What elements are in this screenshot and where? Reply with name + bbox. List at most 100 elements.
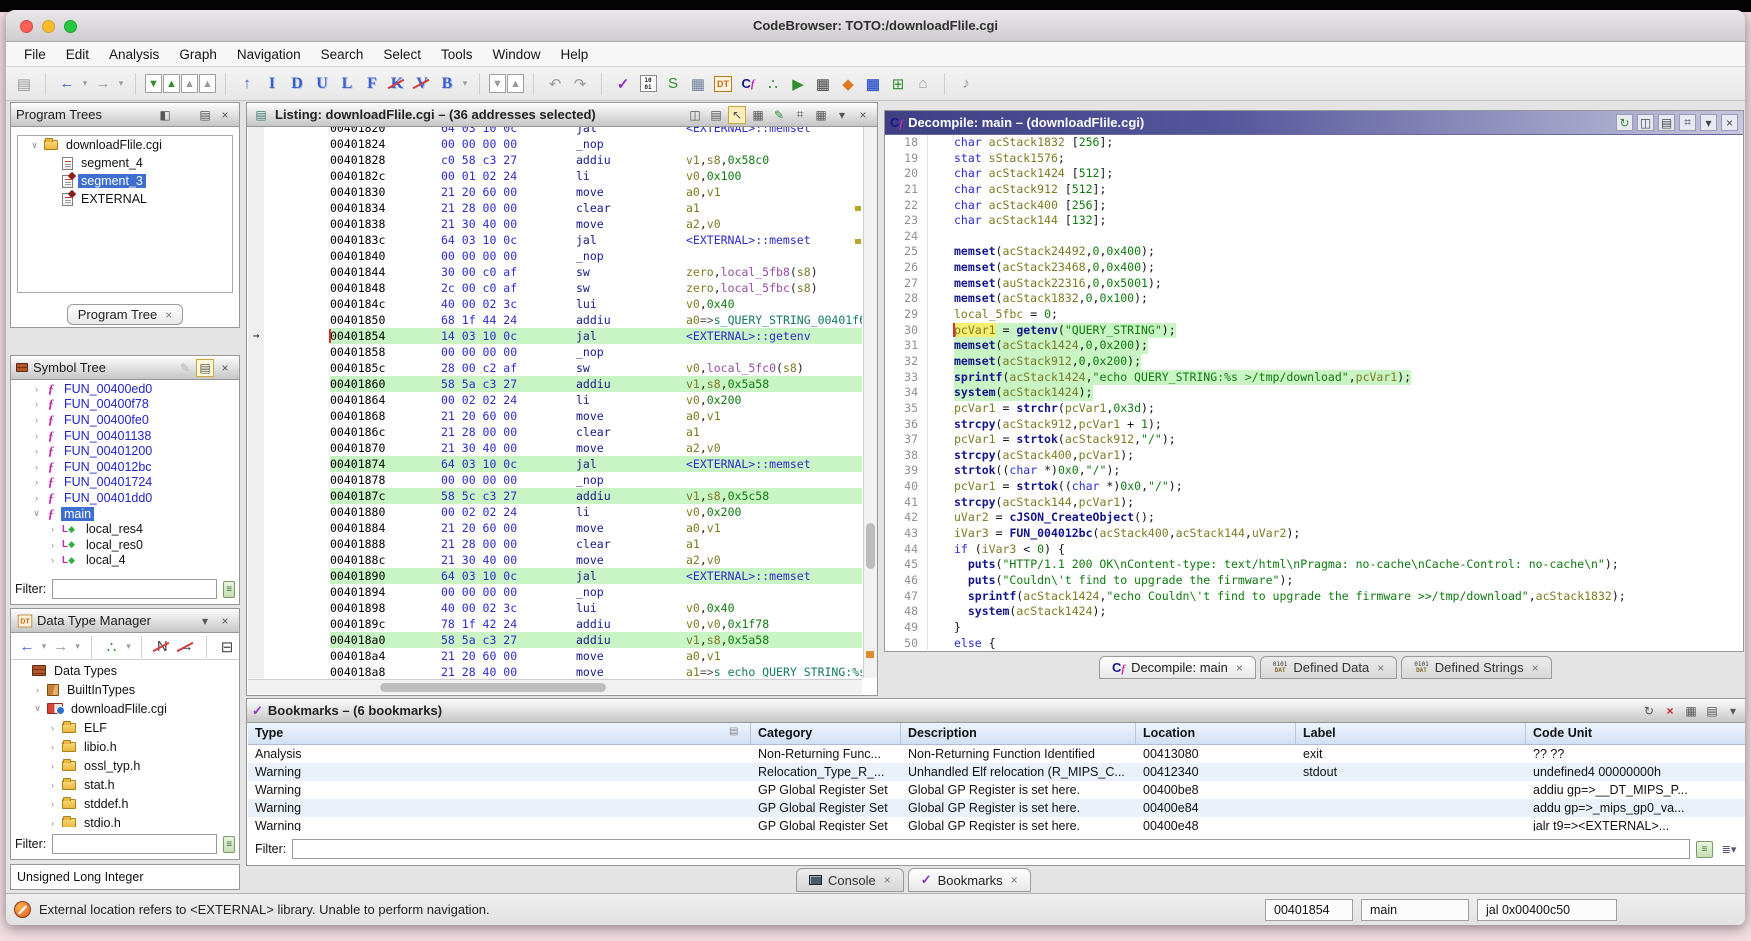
expander-icon[interactable]: › bbox=[32, 431, 41, 441]
tree-item[interactable]: ›ƒFUN_00400ed0 bbox=[12, 381, 238, 397]
decompile-line[interactable]: 39strtok((char *)0x0,"/"); bbox=[886, 463, 1742, 479]
listing-row[interactable]: 0040188c21 30 40 00movea2,v0 bbox=[248, 552, 862, 568]
filter-input[interactable] bbox=[292, 839, 1690, 859]
back-icon[interactable]: ← bbox=[15, 635, 39, 659]
listing-row[interactable]: 0040185800 00 00 00_nop bbox=[248, 344, 862, 360]
expander-icon[interactable]: › bbox=[32, 493, 41, 503]
listing-row[interactable]: 0040186400 02 02 24liv0,0x200 bbox=[248, 392, 862, 408]
filter-input[interactable] bbox=[52, 579, 217, 599]
script-manager-icon[interactable]: S bbox=[661, 72, 685, 96]
decompile-line[interactable]: 42uVar2 = cJSON_CreateObject(); bbox=[886, 510, 1742, 526]
panel-header-icon[interactable]: × bbox=[216, 612, 234, 630]
listing-row[interactable]: 0040189064 03 10 0cjal<EXTERNAL>::memset bbox=[248, 568, 862, 584]
tree-item[interactable]: ›ƒFUN_00401724 bbox=[12, 475, 238, 491]
menu-item[interactable]: Edit bbox=[56, 42, 99, 66]
listing-row[interactable]: 0040183c64 03 10 0cjal<EXTERNAL>::memset bbox=[248, 232, 862, 248]
expander-icon[interactable]: › bbox=[48, 723, 57, 733]
tree-item[interactable]: ›stddef.h bbox=[12, 794, 238, 813]
close-icon[interactable]: × bbox=[1377, 661, 1384, 675]
dropdown-icon[interactable]: ▾ bbox=[123, 635, 133, 659]
table-row[interactable]: Warning GP Global Register Set Global GP… bbox=[248, 817, 1745, 831]
tab-bookmarks[interactable]: ✓Bookmarks× bbox=[908, 868, 1031, 892]
decompile-line[interactable]: 30pcVar1 = getenv("QUERY_STRING"); bbox=[886, 323, 1742, 339]
panel-header-icon[interactable] bbox=[176, 106, 194, 124]
scrollbar-thumb[interactable] bbox=[380, 683, 606, 692]
expander-icon[interactable]: › bbox=[48, 799, 57, 809]
expander-icon[interactable]: › bbox=[48, 555, 57, 565]
snapshot-in-icon[interactable]: ▼ bbox=[489, 74, 506, 93]
expander-icon[interactable]: › bbox=[32, 384, 41, 394]
listing-row[interactable]: 0040187800 00 00 00_nop bbox=[248, 472, 862, 488]
tab-program-tree[interactable]: Program Tree × bbox=[67, 304, 184, 325]
tree-item[interactable]: segment_4 bbox=[18, 154, 232, 172]
run-icon[interactable]: ▶ bbox=[786, 72, 810, 96]
program-down-icon[interactable]: ▲ bbox=[199, 74, 216, 93]
panel-header-icon[interactable]: ▤ bbox=[196, 106, 214, 124]
listing-content[interactable]: 0040182064 03 10 0cjal<EXTERNAL>::memset… bbox=[248, 127, 862, 678]
filter-input[interactable] bbox=[52, 834, 217, 854]
decompile-line[interactable]: 37pcVar1 = strtok(acStack912,"/"); bbox=[886, 432, 1742, 448]
bookmarks-toolbar-icon[interactable]: ↻ bbox=[1640, 702, 1658, 720]
decompile-line[interactable]: 43iVar3 = FUN_004012bc(acStack400,acStac… bbox=[886, 526, 1742, 542]
listing-row[interactable]: 0040188821 28 00 00cleara1 bbox=[248, 536, 862, 552]
bookmarks-toolbar-icon[interactable]: ▾ bbox=[1724, 702, 1742, 720]
bookmarks-toolbar-icon[interactable]: ▦ bbox=[1682, 702, 1700, 720]
tree-item[interactable]: ›ƒFUN_00401138 bbox=[12, 428, 238, 444]
decompile-line[interactable]: 34system(acStack1424); bbox=[886, 385, 1742, 401]
data-type-icon[interactable]: DT bbox=[711, 72, 735, 96]
listing-row[interactable]: 004018a821 28 40 00movea1=>s_echo_QUERY_… bbox=[248, 664, 862, 678]
filter-options-icon[interactable]: ≡ bbox=[1696, 841, 1713, 858]
listing-toolbar-icon[interactable]: ▦ bbox=[812, 106, 830, 124]
decompile-line[interactable]: 46 puts("Couldn\'t find to upgrade the f… bbox=[886, 573, 1742, 589]
decompile-line[interactable]: 40pcVar1 = strtok((char *)0x0,"/"); bbox=[886, 479, 1742, 495]
bookmarks-toolbar-icon[interactable]: × bbox=[1661, 702, 1679, 720]
table-icon[interactable]: ▦ bbox=[686, 72, 710, 96]
decompile-line[interactable]: 22char acStack400 [256]; bbox=[886, 198, 1742, 214]
decompile-line[interactable]: 19stat sStack1576; bbox=[886, 151, 1742, 167]
decompile-line[interactable]: 27memset(auStack22316,0,0x5001); bbox=[886, 276, 1742, 292]
expander-icon[interactable]: ∨ bbox=[30, 140, 39, 151]
decompile-line[interactable]: 20char acStack1424 [512]; bbox=[886, 166, 1742, 182]
listing-row[interactable]: 0040187464 03 10 0cjal<EXTERNAL>::memset bbox=[248, 456, 862, 472]
table-row[interactable]: Analysis Non-Returning Func... Non-Retur… bbox=[248, 745, 1745, 763]
layout-icon[interactable]: ∴ bbox=[100, 635, 124, 659]
listing-toolbar-icon[interactable]: ▾ bbox=[833, 106, 851, 124]
listing-row[interactable]: 0040189c78 1f 42 24addiuv0,v0,0x1f78 bbox=[248, 616, 862, 632]
decompile-line[interactable]: 36strcpy(acStack912,pcVar1 + 1); bbox=[886, 417, 1742, 433]
panel-header-icon[interactable]: × bbox=[216, 106, 234, 124]
tree-item[interactable]: ›ƒFUN_00400f78 bbox=[12, 397, 238, 413]
listing-row[interactable]: 0040188000 02 02 24liv0,0x200 bbox=[248, 504, 862, 520]
markup-k-strike-icon[interactable]: K bbox=[385, 72, 409, 96]
program-up-icon[interactable]: ▲ bbox=[181, 74, 198, 93]
tree-item[interactable]: Data Types bbox=[12, 661, 238, 680]
validate-icon[interactable]: ✓ bbox=[611, 72, 635, 96]
tree-item[interactable]: ›ƒFUN_00401dd0 bbox=[12, 490, 238, 506]
column-header[interactable]: Category bbox=[751, 723, 901, 744]
close-icon[interactable]: × bbox=[1011, 873, 1018, 887]
program-import-icon[interactable]: ▼ bbox=[145, 74, 162, 93]
binary-icon[interactable]: 1001 bbox=[636, 72, 660, 96]
back-dropdown-icon[interactable]: ▾ bbox=[80, 72, 90, 96]
close-icon[interactable]: × bbox=[165, 308, 172, 322]
expander-icon[interactable]: ∨ bbox=[32, 508, 41, 519]
panel-header-icon[interactable]: × bbox=[216, 359, 234, 377]
close-icon[interactable]: × bbox=[1532, 661, 1539, 675]
expander-icon[interactable]: › bbox=[48, 818, 57, 828]
decompile-line[interactable]: 47 sprintf(acStack1424,"echo Couldn\'t f… bbox=[886, 589, 1742, 605]
listing-row[interactable]: 0040187021 30 40 00movea2,v0 bbox=[248, 440, 862, 456]
filter-options-icon[interactable]: ≡ bbox=[223, 581, 235, 598]
decompile-line[interactable]: 23char acStack144 [132]; bbox=[886, 213, 1742, 229]
table-row[interactable]: Warning GP Global Register Set Global GP… bbox=[248, 781, 1745, 799]
tree-item[interactable]: ›stdio.h bbox=[12, 813, 238, 827]
listing-row[interactable]: 0040182064 03 10 0cjal<EXTERNAL>::memset bbox=[248, 127, 862, 136]
expander-icon[interactable]: › bbox=[32, 415, 41, 425]
scrollbar-thumb[interactable] bbox=[866, 523, 875, 569]
listing-toolbar-icon[interactable]: ↖ bbox=[728, 106, 746, 124]
menu-item[interactable]: Select bbox=[373, 42, 431, 66]
markup-d-icon[interactable]: D bbox=[285, 72, 309, 96]
column-header[interactable]: Label bbox=[1296, 723, 1526, 744]
tab-defined-data[interactable]: 0101DATDefined Data× bbox=[1260, 656, 1397, 679]
markup-v-strike-icon[interactable]: V bbox=[410, 72, 434, 96]
tree-item[interactable]: ›ƒFUN_00400fe0 bbox=[12, 412, 238, 428]
listing-row[interactable]: 0040185068 1f 44 24addiua0=>s_QUERY_STRI… bbox=[248, 312, 862, 328]
